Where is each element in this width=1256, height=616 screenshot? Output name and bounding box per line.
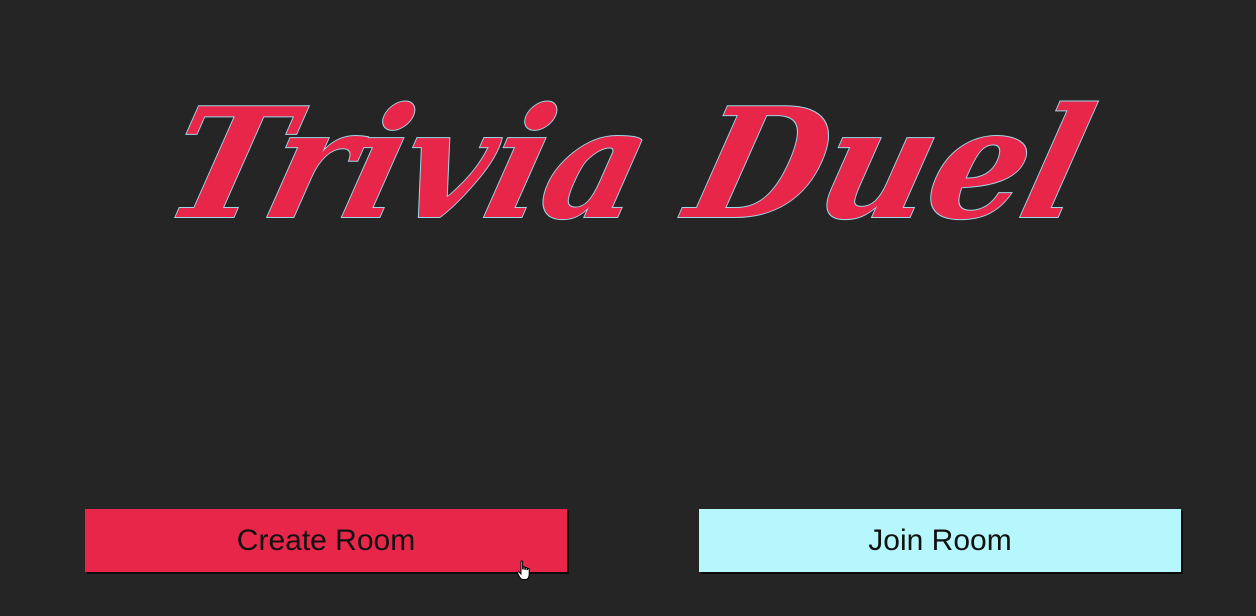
game-title-logo: Trivia Duel <box>149 73 1108 254</box>
create-room-button[interactable]: Create Room <box>85 509 567 572</box>
join-room-label: Join Room <box>868 523 1012 557</box>
create-room-label: Create Room <box>236 523 416 557</box>
join-room-button[interactable]: Join Room <box>699 509 1181 572</box>
main-screen: Trivia Duel Create Room Join Room <box>0 0 1256 616</box>
